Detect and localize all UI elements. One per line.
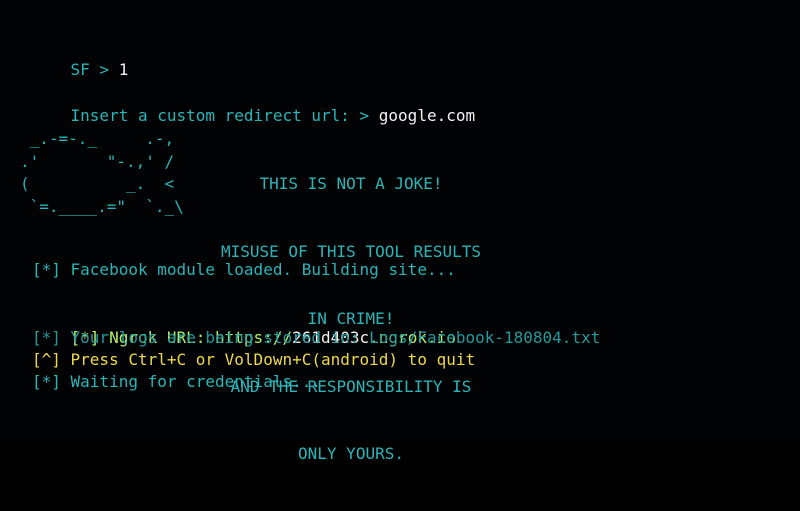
- warning-line-5: ONLY YOURS.: [298, 444, 404, 463]
- prompt-line: SF > 1: [32, 37, 129, 79]
- warning-line-1: THIS IS NOT A JOKE!: [259, 174, 443, 193]
- prompt-text: SF >: [70, 60, 119, 79]
- prompt-input: 1: [118, 60, 129, 79]
- quit-line: [^] Press Ctrl+C or VolDown+C(android) t…: [32, 350, 476, 369]
- ascii-art: _.-=-._ .-, .' "-.,' / ( _. < `=.____.="…: [20, 129, 184, 216]
- waiting-line: [*] Waiting for credentials...: [32, 372, 321, 391]
- ngrok-url-line: [*] Ngrok URL: https://261d403c.ngrok.io: [32, 305, 456, 347]
- module-loaded-line: [*] Facebook module loaded. Building sit…: [32, 260, 456, 279]
- redirect-line: Insert a custom redirect url: > google.c…: [32, 83, 476, 125]
- redirect-input: google.com: [378, 106, 476, 125]
- terminal-window[interactable]: SF > 1 Insert a custom redirect url: > g…: [0, 0, 800, 463]
- redirect-prompt: Insert a custom redirect url: >: [70, 106, 379, 125]
- logs-line: [*] Your logs are being stored in: Logs/…: [32, 328, 601, 347]
